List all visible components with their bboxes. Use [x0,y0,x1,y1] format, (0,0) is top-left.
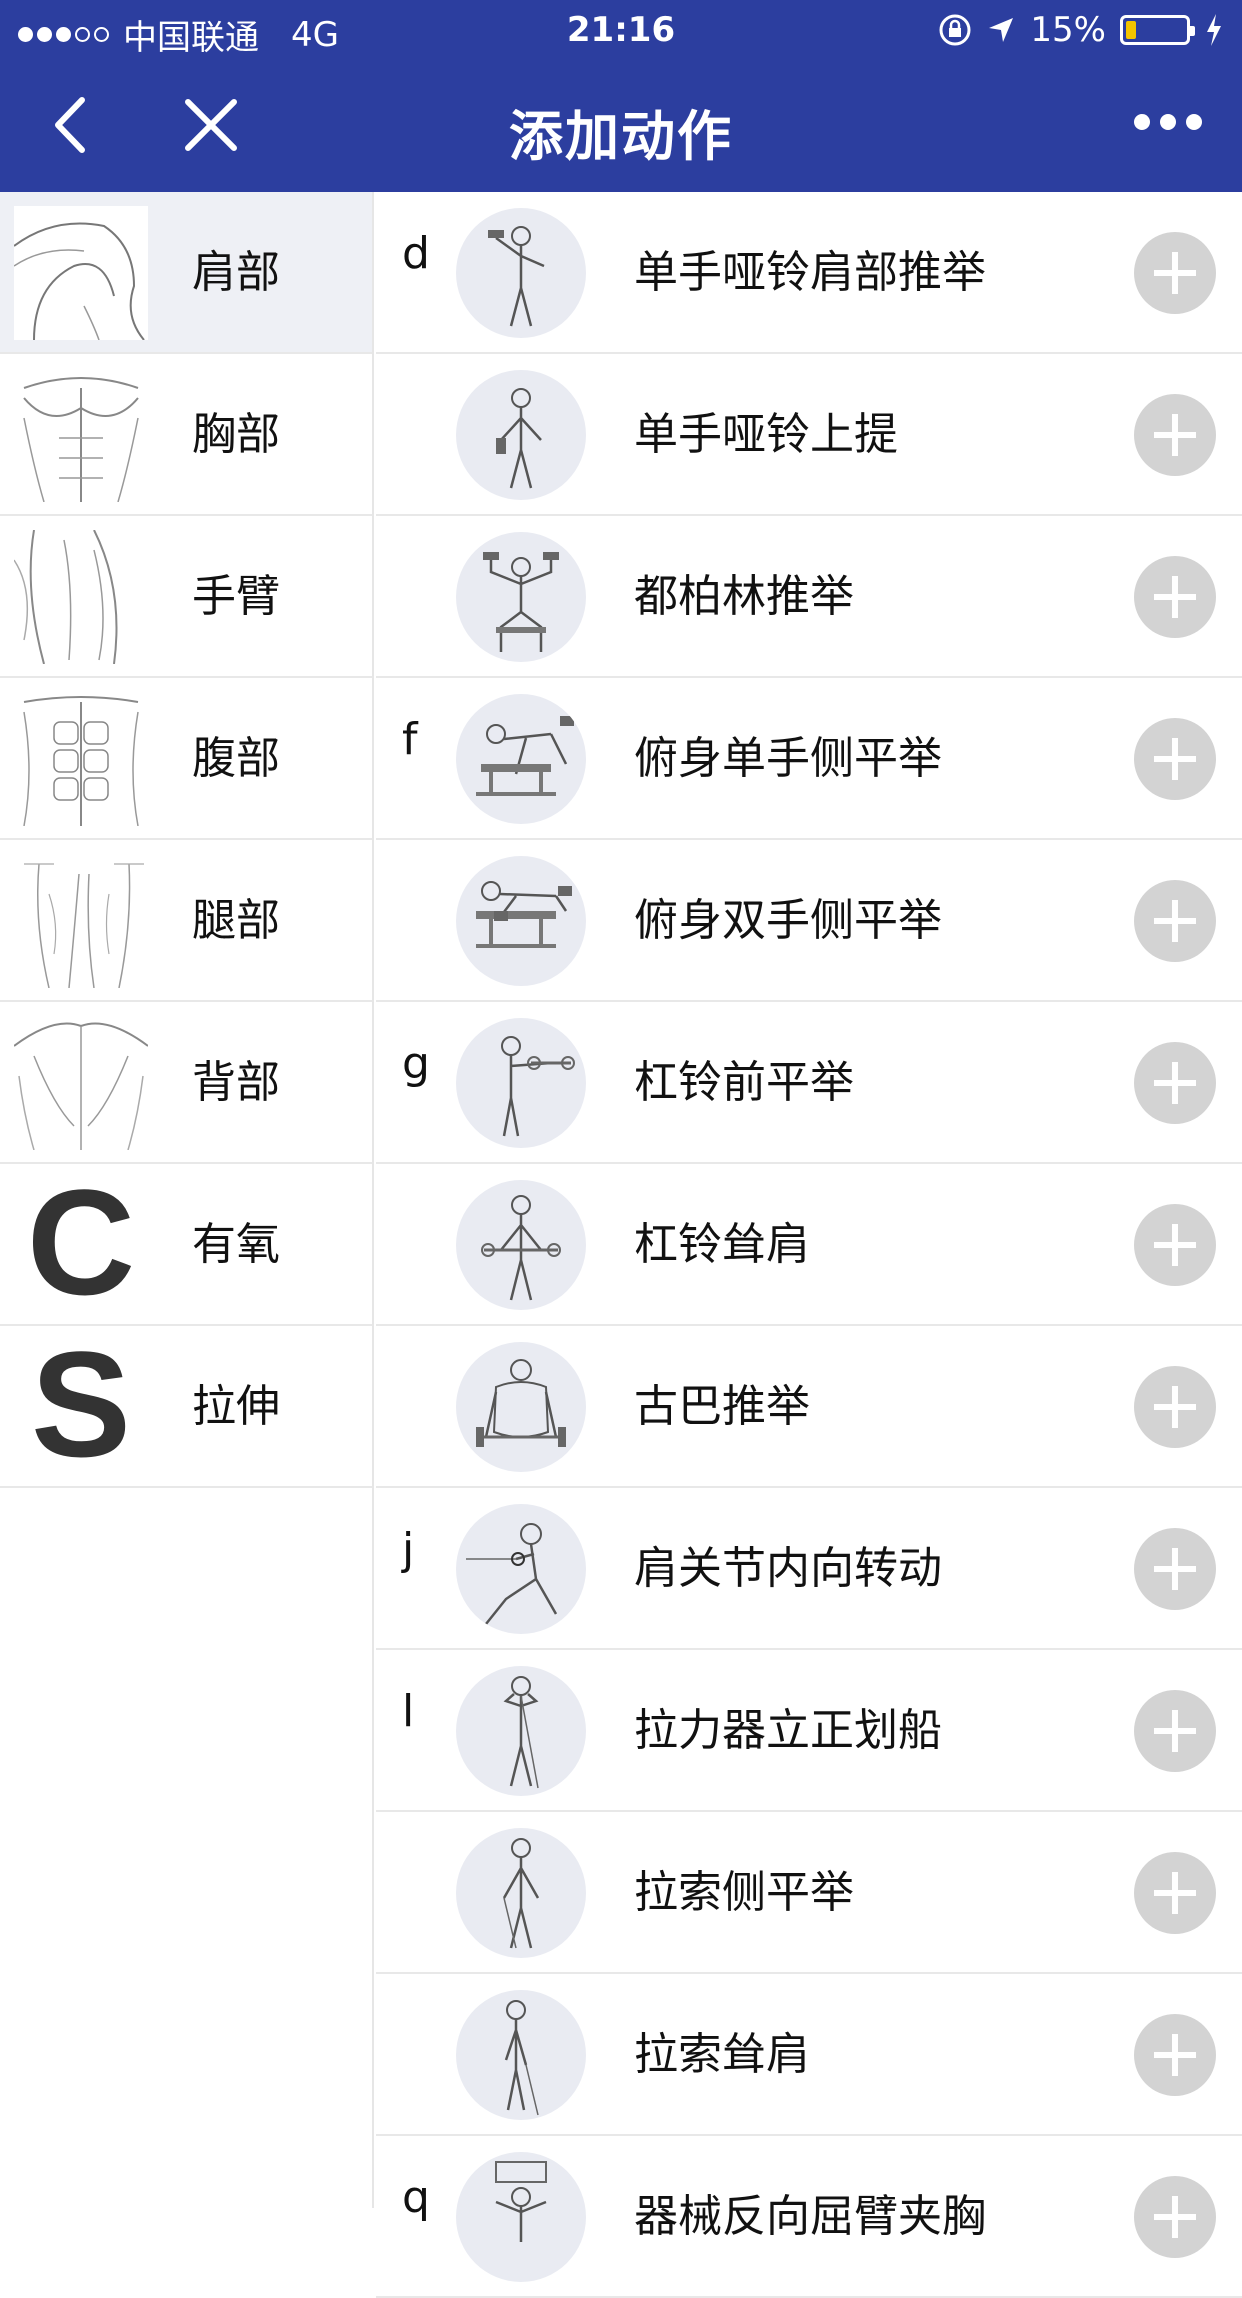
index-letter: f [402,714,418,765]
page-title: 添加动作 [509,105,733,168]
category-item-legs[interactable]: 腿部 [0,840,372,1002]
category-label: 有氧 [192,1219,280,1270]
exercise-figure-icon [456,2152,586,2282]
charging-bolt-icon [1207,14,1221,46]
exercise-name: 拉索耸肩 [634,2029,810,2080]
exercise-name: 俯身双手侧平举 [634,895,942,946]
add-icon[interactable] [1134,1690,1216,1772]
exercise-figure-icon [456,694,586,824]
location-arrow-icon [989,18,1014,42]
index-letter: l [402,1686,415,1737]
category-label: 腹部 [192,733,280,784]
exercise-figure-icon [456,1504,586,1634]
category-label: 腿部 [192,895,280,946]
exercise-name: 拉力器立正划船 [634,1705,942,1756]
battery-percent: 15% [1030,10,1106,50]
add-icon[interactable] [1134,556,1216,638]
exercise-row[interactable]: l 拉力器立正划船 [376,1650,1242,1812]
stretch-letter-icon: S [30,1320,132,1488]
category-item-stretch[interactable]: S 拉伸 [0,1326,372,1488]
exercise-figure-icon [456,370,586,500]
category-item-chest[interactable]: 胸部 [0,354,372,516]
exercise-name: 杠铃耸肩 [634,1219,810,1270]
category-label: 背部 [192,1057,280,1108]
status-bar: 中国联通 4G 21:16 15% [0,0,1242,62]
exercise-row[interactable]: 俯身双手侧平举 [376,840,1242,1002]
top-bar: 中国联通 4G 21:16 15% 添加动作 [0,0,1242,192]
exercise-row[interactable]: 拉索耸肩 [376,1974,1242,2136]
battery-icon [1120,15,1195,45]
exercise-figure-icon [456,1828,586,1958]
category-item-abs[interactable]: 腹部 [0,678,372,840]
exercise-figure-icon [456,1342,586,1472]
exercise-figure-icon [456,856,586,986]
add-icon[interactable] [1134,1042,1216,1124]
add-icon[interactable] [1134,394,1216,476]
index-letter: q [402,2172,430,2223]
exercise-name: 器械反向屈臂夹胸 [634,2191,986,2242]
category-item-shoulders[interactable]: 肩部 [0,192,372,354]
exercise-figure-icon [456,1666,586,1796]
add-icon[interactable] [1134,2176,1216,2258]
exercise-name: 杠铃前平举 [634,1057,854,1108]
exercise-row[interactable]: j 肩关节内向转动 [376,1488,1242,1650]
cardio-letter-icon: C [26,1158,136,1326]
back-muscle-icon [14,1022,148,1150]
category-item-arms[interactable]: 手臂 [0,516,372,678]
category-label: 拉伸 [192,1381,280,1432]
exercise-figure-icon [456,208,586,338]
navigation-bar: 添加动作 [0,62,1242,192]
exercise-figure-icon [456,1180,586,1310]
exercise-name: 肩关节内向转动 [634,1543,942,1594]
exercise-figure-icon [456,532,586,662]
chest-muscle-icon [23,377,139,502]
add-icon[interactable] [1134,1528,1216,1610]
exercise-figure-icon [456,1018,586,1148]
exercise-row[interactable]: 古巴推举 [376,1326,1242,1488]
add-icon[interactable] [1134,1204,1216,1286]
index-letter: j [402,1524,415,1575]
exercise-name: 单手哑铃上提 [634,409,898,460]
abs-muscle-icon [23,696,139,826]
category-label: 肩部 [192,247,280,298]
exercise-row[interactable]: 都柏林推举 [376,516,1242,678]
add-icon[interactable] [1134,2014,1216,2096]
exercise-name: 都柏林推举 [634,571,854,622]
orientation-lock-icon [939,14,971,46]
ellipsis-icon[interactable] [1134,114,1202,130]
add-icon[interactable] [1134,1366,1216,1448]
leg-muscle-icon [24,863,144,988]
exercise-name: 俯身单手侧平举 [634,733,942,784]
shoulder-muscle-icon [14,206,148,340]
exercise-list: d 单手哑铃肩部推举 单手哑铃上提 都柏林推举 f 俯身单手侧平举 俯身双手侧平… [376,192,1242,2298]
index-letter: g [402,1038,430,1089]
exercise-row[interactable]: q 器械反向屈臂夹胸 [376,2136,1242,2298]
exercise-row[interactable]: 拉索侧平举 [376,1812,1242,1974]
exercise-row[interactable]: d 单手哑铃肩部推举 [376,192,1242,354]
category-sidebar: 肩部 胸部 手臂 腹部 腿部 背部 C 有氧 S 拉伸 [0,192,374,2208]
exercise-figure-icon [456,1990,586,2120]
add-icon[interactable] [1134,880,1216,962]
exercise-name: 拉索侧平举 [634,1867,854,1918]
exercise-row[interactable]: 杠铃耸肩 [376,1164,1242,1326]
category-item-back[interactable]: 背部 [0,1002,372,1164]
add-icon[interactable] [1134,718,1216,800]
category-item-cardio[interactable]: C 有氧 [0,1164,372,1326]
exercise-row[interactable]: g 杠铃前平举 [376,1002,1242,1164]
exercise-row[interactable]: 单手哑铃上提 [376,354,1242,516]
add-icon[interactable] [1134,1852,1216,1934]
index-letter: d [402,228,430,279]
add-icon[interactable] [1134,232,1216,314]
exercise-row[interactable]: f 俯身单手侧平举 [376,678,1242,840]
exercise-name: 单手哑铃肩部推举 [634,247,986,298]
exercise-name: 古巴推举 [634,1381,810,1432]
arm-muscle-icon [14,530,118,664]
category-label: 手臂 [192,571,280,622]
category-label: 胸部 [192,409,280,460]
